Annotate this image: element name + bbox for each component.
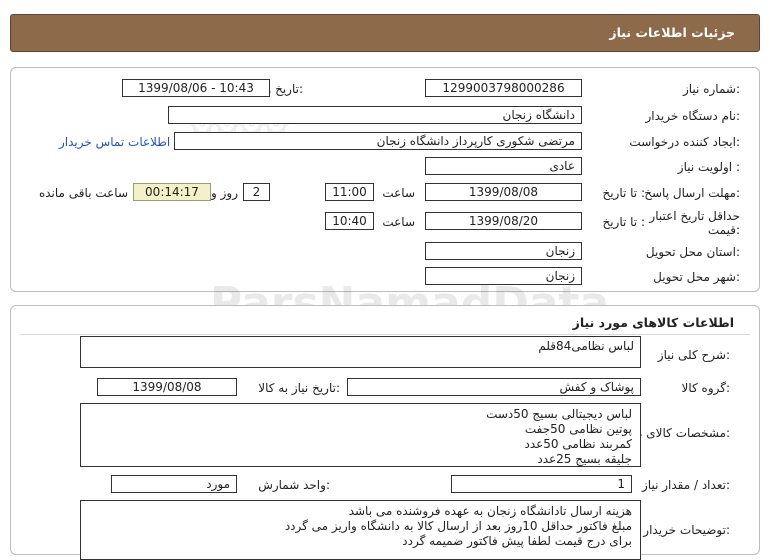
city-label: شهر محل تحویل: (653, 270, 740, 284)
remaining-time-field: 00:14:17 (133, 183, 211, 201)
need-number-label: شماره نیاز: (682, 82, 740, 96)
contact-buyer-link[interactable]: اطلاعات تماس خریدار (59, 135, 170, 149)
days-remaining-field: 2 (243, 183, 270, 201)
creator-field: مرتضی شکوری کارپرداز دانشگاه زنجان (174, 132, 582, 150)
page-title: جزئیات اطلاعات نیاز (609, 25, 735, 40)
validity-time-label: ساعت (382, 215, 415, 229)
summary-field: لباس نظامی84قلم (80, 336, 641, 368)
buyer-notes-field: هزینه ارسال تادانشگاه زنجان به عهده فروش… (80, 500, 641, 560)
buyer-org-field: دانشگاه زنجان (168, 106, 582, 124)
need-date-field: 1399/08/08 (97, 378, 237, 396)
buyer-org-label: نام دستگاه خریدار: (645, 109, 741, 123)
deadline-time-label: ساعت (382, 186, 415, 200)
priority-label: اولویت نیاز : (677, 160, 740, 174)
unit-label: واحد شمارش: (258, 478, 330, 492)
province-field: زنجان (425, 242, 582, 260)
announce-field: 1399/08/06 - 10:43 (122, 79, 270, 97)
quantity-field: 1 (451, 475, 632, 493)
deadline-label: مهلت ارسال پاسخ: (644, 186, 740, 200)
priority-field: عادی (425, 157, 582, 175)
days-label: روز و (211, 186, 238, 200)
need-number-field: 1299003798000286 (425, 79, 582, 97)
group-field: پوشاک و کفش (347, 378, 641, 396)
validity-until-label: تا تاریخ : (602, 215, 645, 229)
goods-divider (20, 334, 750, 335)
remaining-time-label: ساعت باقی مانده (38, 186, 128, 200)
creator-label: ایجاد کننده درخواست: (629, 135, 740, 149)
goods-section-title: اطلاعات کالاهای مورد نیاز (572, 315, 734, 330)
province-label: استان محل تحویل: (645, 245, 740, 259)
deadline-time-field: 11:00 (325, 183, 374, 201)
need-date-label: تاریخ نیاز به کالا: (258, 381, 340, 395)
specs-field: لباس دیجیتالی بسیج 50دست پوتین نظامی 50ج… (80, 403, 641, 467)
city-field: زنجان (425, 267, 582, 285)
buyer-notes-label: توضیحات خریدار: (643, 523, 730, 537)
group-label: گروه کالا: (681, 381, 731, 395)
page-header: جزئیات اطلاعات نیاز (10, 14, 760, 52)
deadline-until-label: تا تاریخ : (602, 186, 645, 200)
deadline-date-field: 1399/08/08 (425, 183, 582, 201)
validity-time-field: 10:40 (325, 212, 374, 230)
validity-date-field: 1399/08/20 (425, 212, 582, 230)
summary-label: شرح کلی نیاز: (657, 348, 730, 362)
unit-field: مورد (111, 475, 237, 493)
quantity-label: تعداد / مقدار نیاز: (642, 478, 730, 492)
